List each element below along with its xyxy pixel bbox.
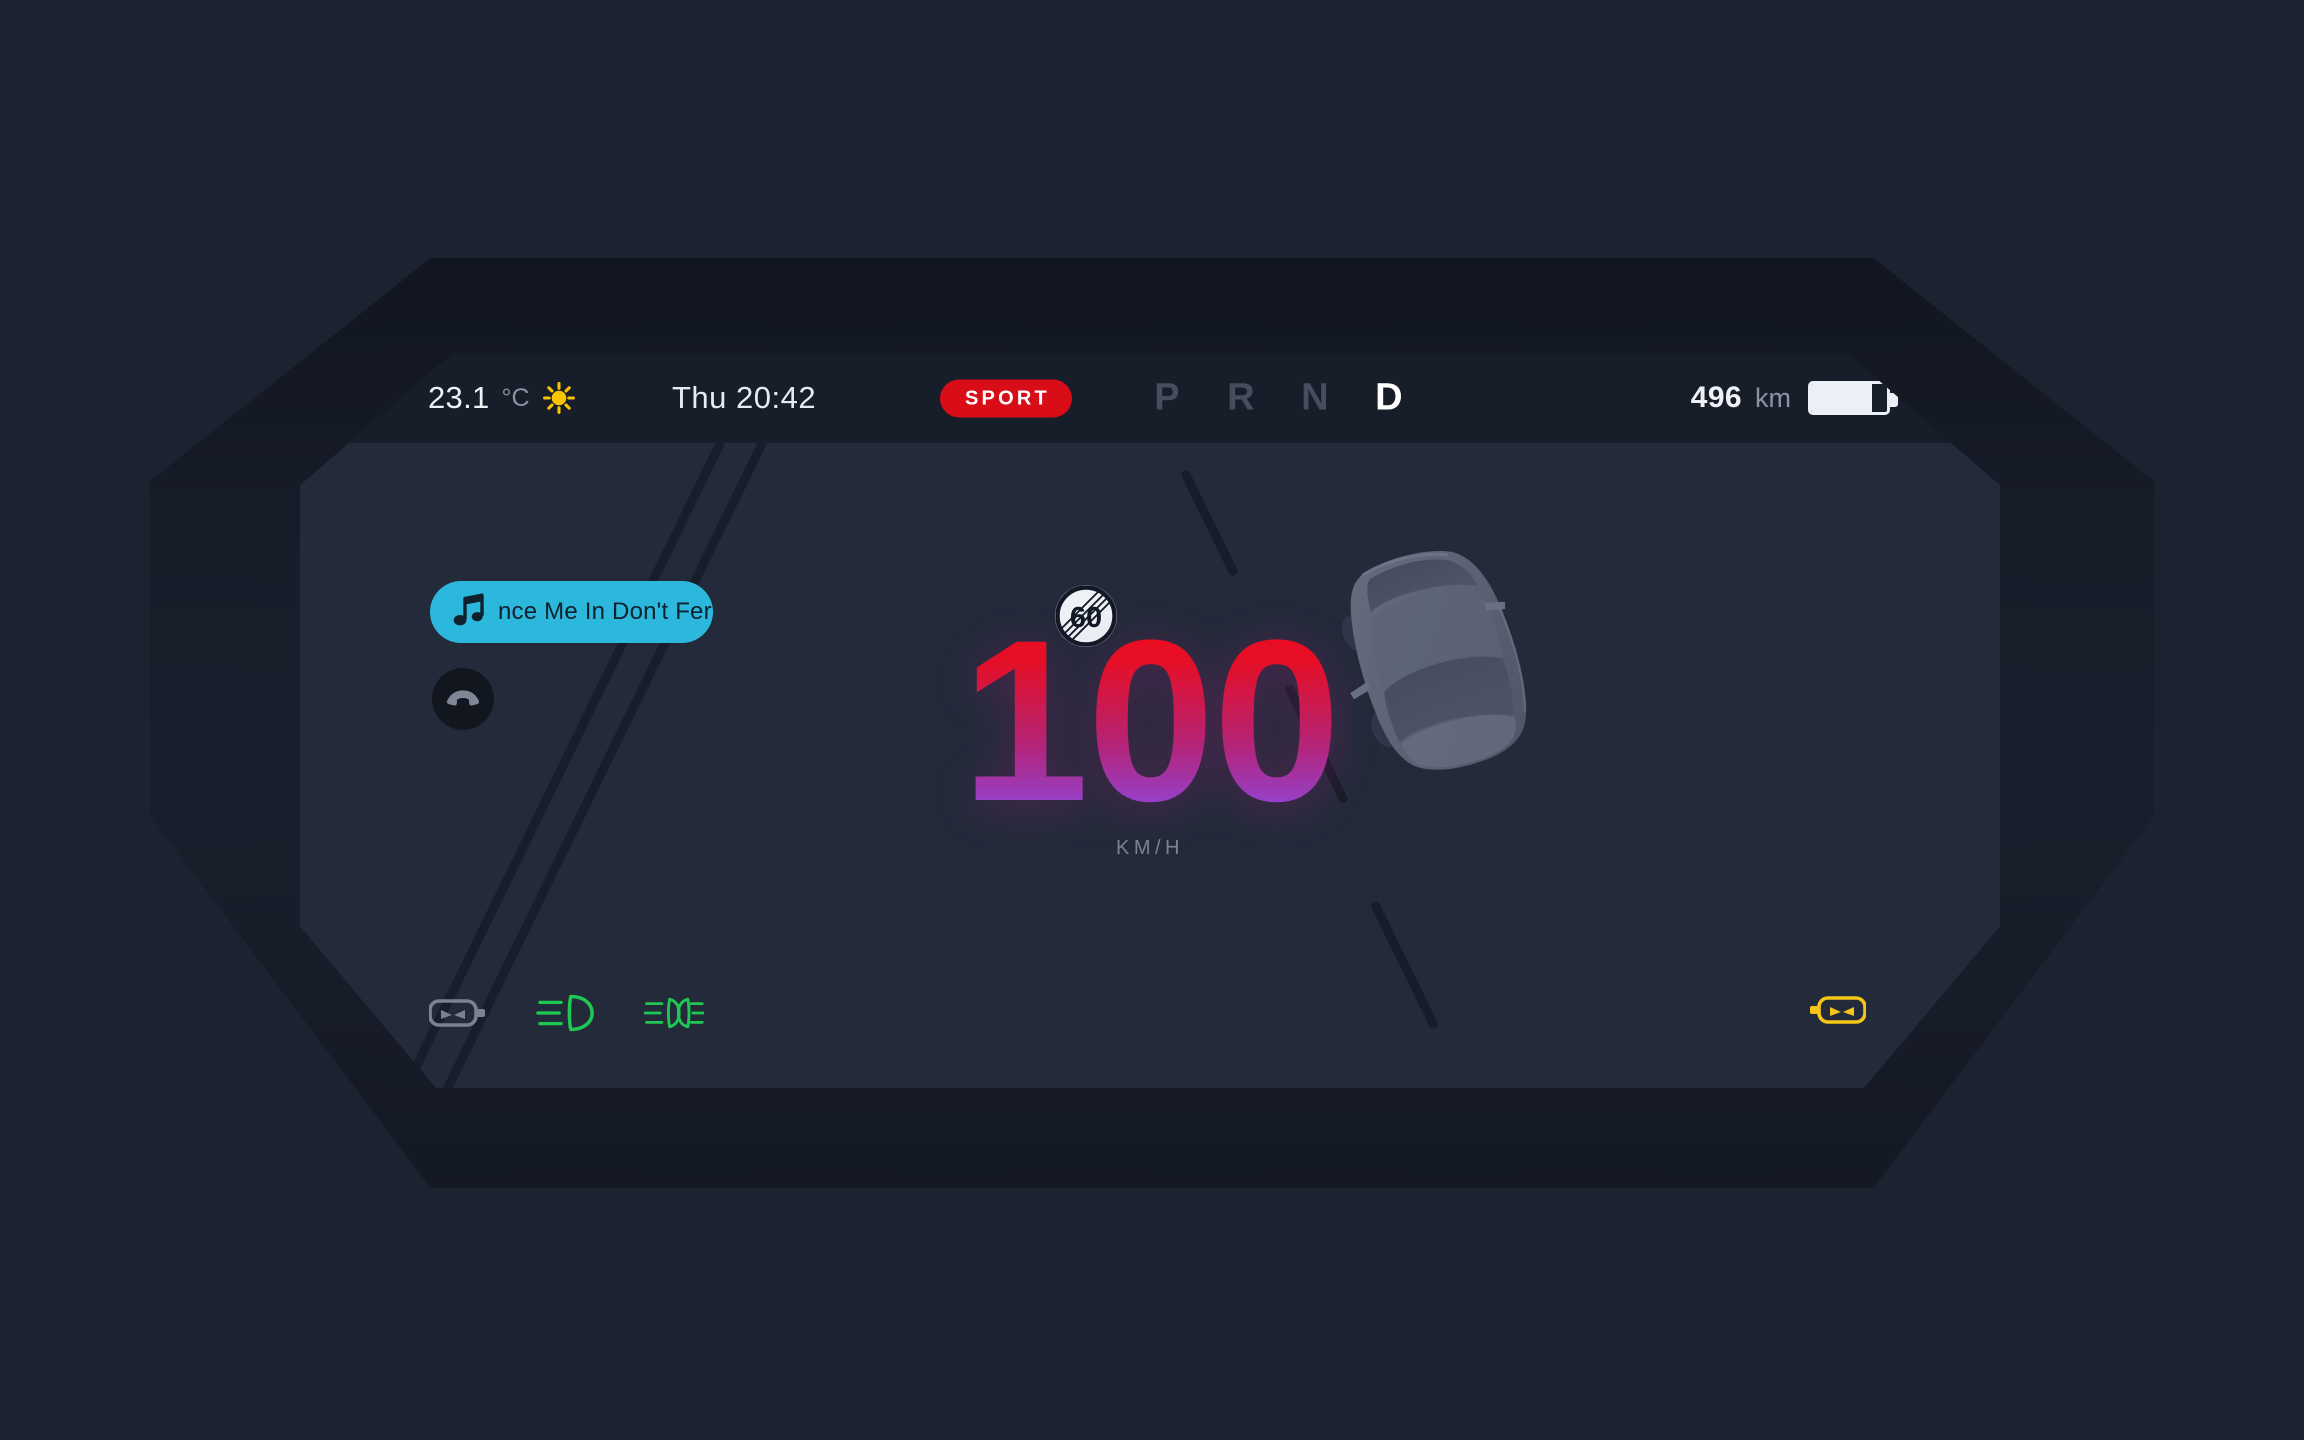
status-bar: 23.1 °C Thu 20:42 SPORT P R N D 496 km: [300, 353, 2000, 443]
gear-d: D: [1375, 376, 1403, 419]
drive-status-group: SPORT P R N D: [940, 377, 1426, 420]
low-beam-headlight-icon: [536, 990, 596, 1036]
speed-value: 100: [300, 606, 2000, 836]
sun-icon: [542, 381, 576, 415]
road-scene: nce Me In Don't Fer 60: [300, 443, 2000, 1088]
drive-mode-badge[interactable]: SPORT: [940, 379, 1072, 417]
gear-selector-display: P R N D: [1130, 377, 1426, 420]
speedometer: 100 KM/H: [300, 606, 2000, 860]
instrument-cluster: 23.1 °C Thu 20:42 SPORT P R N D 496 km n…: [0, 0, 2304, 1440]
gear-r: R: [1227, 376, 1255, 419]
telltale-row-left: [428, 990, 704, 1036]
front-fog-lamp-icon: [644, 990, 704, 1036]
range-value: 496: [1690, 381, 1742, 414]
temperature-value: 23.1: [428, 380, 490, 415]
rear-fog-lamp-icon: [428, 990, 488, 1036]
outside-temperature: 23.1 °C: [428, 380, 576, 416]
datetime-display: Thu 20:42: [672, 380, 817, 415]
range-and-battery: 496 km: [1690, 381, 1898, 415]
cluster-screen: 23.1 °C Thu 20:42 SPORT P R N D 496 km n…: [300, 353, 2000, 1088]
lane-dash-1: [1180, 468, 1239, 578]
battery-icon: [1808, 381, 1898, 415]
gear-p: P: [1154, 376, 1180, 419]
gear-n: N: [1301, 376, 1329, 419]
lane-dash-3: [1369, 900, 1440, 1030]
temperature-unit: °C: [501, 383, 530, 412]
battery-fill: [1811, 384, 1872, 412]
front-fog-lamp-amber-icon: [1808, 990, 1868, 1036]
range-unit: km: [1755, 382, 1791, 413]
